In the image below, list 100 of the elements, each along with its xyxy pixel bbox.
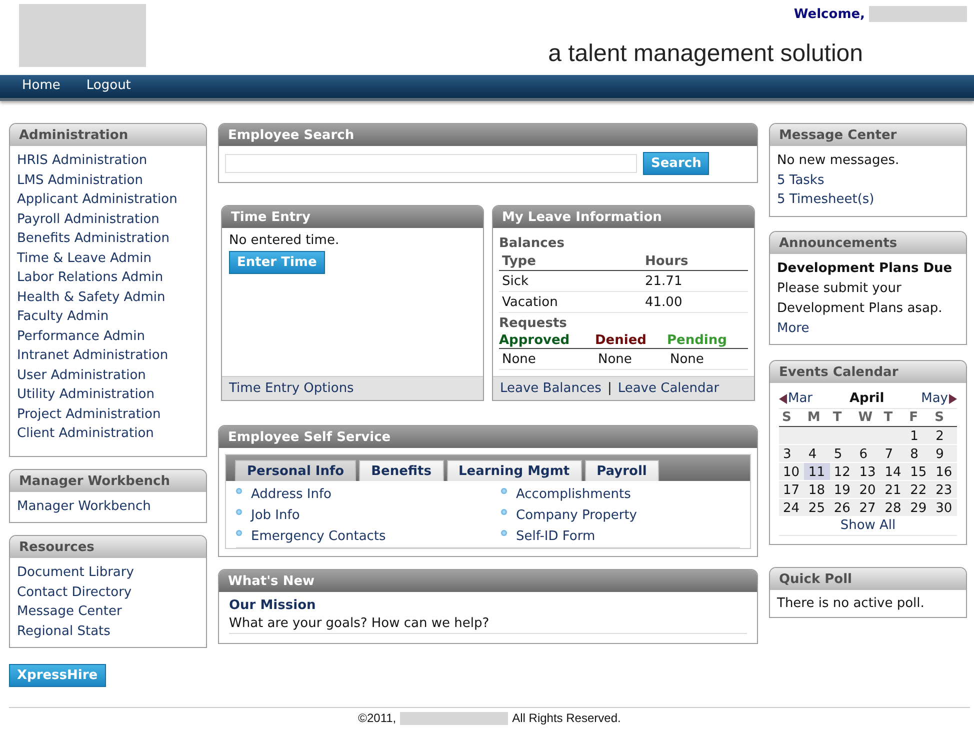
calendar-day[interactable]: 22 — [906, 481, 932, 499]
sidebar-link[interactable]: Benefits Administration — [17, 229, 199, 248]
table-cell-text: None — [597, 351, 633, 369]
calendar-day[interactable]: 27 — [855, 499, 881, 517]
footer-link[interactable]: Time Entry Options — [229, 381, 354, 396]
column-header: Pending — [667, 333, 728, 348]
calendar-day[interactable]: 3 — [779, 445, 804, 463]
sidebar-link[interactable]: Project Administration — [17, 404, 199, 424]
calendar-day[interactable]: 30 — [932, 499, 957, 517]
footer-link[interactable]: Leave Balances — [500, 381, 602, 396]
sidebar-link[interactable]: User Administration — [17, 366, 199, 385]
panel-title: Announcements — [770, 232, 966, 254]
table-cell-text: None — [501, 351, 537, 369]
panel-title: Time Entry — [222, 206, 483, 228]
calendar-day[interactable]: 14 — [880, 463, 906, 481]
rights-text: All Rights Reserved. — [512, 711, 621, 725]
calendar-day[interactable]: 26 — [830, 499, 856, 517]
calendar-day[interactable]: 13 — [855, 463, 881, 481]
calendar-day[interactable]: 5 — [830, 445, 856, 463]
service-link[interactable]: Company Property — [516, 505, 637, 526]
calendar-day[interactable]: 19 — [830, 481, 856, 499]
next-month-link[interactable]: May — [921, 391, 948, 406]
sidebar-link[interactable]: HRIS Administration — [17, 151, 199, 170]
calendar-day[interactable]: 8 — [906, 445, 932, 463]
calendar-day[interactable]: 18 — [804, 481, 830, 499]
panel-title: My Leave Information — [493, 206, 754, 228]
sidebar-link[interactable]: Document Library — [17, 563, 199, 582]
table-cell-text: None — [669, 351, 705, 369]
calendar-day[interactable]: 7 — [880, 445, 906, 463]
month-title: April — [849, 391, 884, 406]
sidebar-link[interactable]: Performance Admin — [17, 326, 199, 346]
service-link[interactable]: Address Info — [251, 484, 332, 505]
panel-title: Quick Poll — [770, 568, 966, 590]
calendar-day[interactable]: 20 — [855, 481, 881, 499]
calendar-day[interactable]: 16 — [932, 463, 957, 481]
previous-month-link[interactable]: Mar — [788, 391, 813, 406]
sidebar-link[interactable]: Payroll Administration — [17, 210, 199, 229]
poll-text: There is no active poll. — [777, 596, 926, 611]
bullet-icon — [236, 509, 242, 515]
calendar-day[interactable]: 24 — [779, 499, 804, 517]
service-link[interactable]: Job Info — [251, 505, 300, 526]
sidebar-link[interactable]: Contact Directory — [17, 582, 199, 602]
tab[interactable]: Benefits — [359, 460, 444, 481]
sidebar-link[interactable]: Message Center — [17, 602, 199, 622]
calendar-day[interactable]: 4 — [804, 445, 830, 463]
sidebar-link[interactable]: Utility Administration — [17, 385, 199, 404]
sidebar-link[interactable]: Intranet Administration — [17, 346, 199, 366]
panel-title: Message Center — [770, 124, 966, 146]
tagline: a talent management solution — [548, 40, 863, 68]
nav-link[interactable]: Logout — [86, 78, 131, 93]
sidebar-link[interactable]: Labor Relations Admin — [17, 268, 199, 288]
calendar-day[interactable]: 6 — [855, 445, 881, 463]
calendar-day[interactable]: 21 — [880, 481, 906, 499]
left-arrow-icon — [779, 394, 787, 404]
service-link[interactable]: Emergency Contacts — [251, 526, 386, 547]
sidebar-link[interactable]: Client Administration — [17, 424, 199, 444]
sidebar-link[interactable]: Regional Stats — [17, 622, 199, 641]
panel-title: Manager Workbench — [10, 470, 206, 492]
right-arrow-icon — [949, 394, 957, 404]
calendar-day[interactable]: 9 — [932, 445, 957, 463]
calendar-day[interactable]: 11 — [804, 463, 830, 481]
calendar-day[interactable]: 15 — [906, 463, 932, 481]
column-header: Approved — [499, 333, 571, 348]
panel-title: Employee Self Service — [219, 426, 757, 448]
tab[interactable]: Payroll — [584, 460, 659, 481]
calendar-day[interactable]: 25 — [804, 499, 830, 517]
announcement-text: Please submit your Development Plans asap. — [777, 280, 944, 318]
message-link[interactable]: 5 Tasks — [777, 170, 959, 190]
calendar-day[interactable]: 29 — [906, 499, 932, 517]
service-link[interactable]: Accomplishments — [516, 484, 631, 505]
search-field[interactable] — [225, 154, 637, 173]
tab[interactable]: Learning Mgmt — [446, 460, 582, 481]
calendar-day[interactable]: 12 — [830, 463, 856, 481]
message-link[interactable]: 5 Timesheet(s) — [777, 190, 959, 210]
sidebar-link[interactable]: Time & Leave Admin — [17, 248, 199, 268]
footer-link[interactable]: Leave Calendar — [618, 381, 720, 396]
sidebar-link[interactable]: Applicant Administration — [17, 190, 199, 210]
bullet-icon — [501, 509, 507, 515]
status-message: No entered time. — [229, 233, 340, 248]
calendar-day[interactable]: 28 — [880, 499, 906, 517]
sidebar-link[interactable]: Manager Workbench — [17, 496, 199, 516]
calendar-day[interactable]: 10 — [779, 463, 804, 481]
calendar-day[interactable]: 17 — [779, 481, 804, 499]
sidebar-link[interactable]: Health & Safety Admin — [17, 288, 199, 307]
sidebar-link[interactable]: LMS Administration — [17, 170, 199, 190]
panel-title: Employee Search — [219, 124, 757, 146]
sidebar-link[interactable]: Faculty Admin — [17, 307, 199, 326]
service-link[interactable]: Self-ID Form — [516, 526, 596, 547]
column-header: Type — [499, 253, 642, 270]
column-header: Hours — [642, 253, 748, 270]
tab[interactable]: Personal Info — [235, 460, 356, 481]
announcement-title: Development Plans Due — [777, 260, 954, 278]
bullet-icon — [236, 488, 242, 494]
calendar-day[interactable]: 1 — [906, 427, 932, 445]
more-link[interactable]: More — [777, 318, 959, 338]
panel-title: Events Calendar — [770, 361, 966, 383]
calendar-day[interactable]: 2 — [932, 427, 957, 445]
nav-link[interactable]: Home — [22, 78, 60, 93]
show-all-link[interactable]: Show All — [779, 517, 957, 536]
calendar-day[interactable]: 23 — [932, 481, 957, 499]
